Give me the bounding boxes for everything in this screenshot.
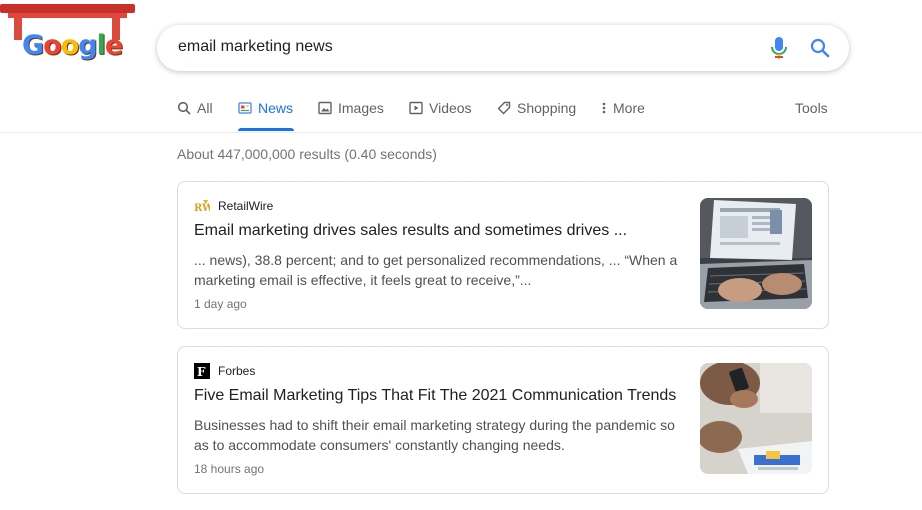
tab-images[interactable]: Images xyxy=(318,100,384,116)
search-input[interactable]: email marketing news xyxy=(178,38,333,56)
tools-button[interactable]: Tools xyxy=(795,100,828,116)
result-age: 1 day ago xyxy=(194,297,247,311)
tab-shopping[interactable]: Shopping xyxy=(497,100,576,116)
torii-gate-post-left xyxy=(14,18,22,40)
news-icon xyxy=(238,102,252,114)
google-doodle-logo[interactable]: Google xyxy=(0,0,135,70)
torii-gate-beam xyxy=(0,4,135,13)
news-result-card[interactable]: RW RetailWire Email marketing drives sal… xyxy=(177,181,829,329)
search-icon xyxy=(177,101,191,115)
tab-label: Images xyxy=(338,100,384,116)
tab-label: News xyxy=(258,100,294,116)
tab-videos[interactable]: Videos xyxy=(409,100,472,116)
result-snippet: Businesses had to shift their email mark… xyxy=(194,417,675,453)
tab-label: All xyxy=(197,100,213,116)
tab-more[interactable]: More xyxy=(601,100,645,116)
forbes-favicon-icon: F xyxy=(194,363,210,379)
result-title-link[interactable]: Five Email Marketing Tips That Fit The 2… xyxy=(194,387,676,405)
tab-label: More xyxy=(613,100,645,116)
microphone-icon[interactable] xyxy=(768,36,790,60)
logo-text: Google xyxy=(22,30,123,61)
image-icon xyxy=(318,101,332,115)
tab-all[interactable]: All xyxy=(177,100,213,116)
source-name: Forbes xyxy=(218,364,256,378)
retailwire-favicon-icon: RW xyxy=(194,198,210,214)
result-thumbnail[interactable] xyxy=(700,363,812,474)
tab-label: Videos xyxy=(429,100,472,116)
source-name: RetailWire xyxy=(218,199,274,213)
tab-news[interactable]: News xyxy=(238,100,293,116)
result-thumbnail[interactable] xyxy=(700,198,812,309)
result-snippet: ... news), 38.8 percent; and to get pers… xyxy=(194,252,678,288)
svg-text:RW: RW xyxy=(194,203,210,214)
result-source[interactable]: RW RetailWire xyxy=(194,198,273,214)
active-tab-indicator xyxy=(238,128,294,131)
result-age: 18 hours ago xyxy=(194,462,265,476)
svg-text:F: F xyxy=(197,365,206,379)
result-stats: About 447,000,000 results (0.40 seconds) xyxy=(177,146,437,162)
video-icon xyxy=(409,101,423,115)
tab-label: Shopping xyxy=(517,100,577,116)
torii-gate-crossbar xyxy=(8,13,127,18)
more-vert-icon xyxy=(602,102,606,114)
result-title-link[interactable]: Email marketing drives sales results and… xyxy=(194,222,627,240)
search-icon[interactable] xyxy=(808,36,832,60)
tag-icon xyxy=(497,101,511,115)
search-box[interactable]: email marketing news xyxy=(157,25,849,71)
result-source[interactable]: F Forbes xyxy=(194,363,255,379)
search-tabs-bar: All News Images Videos Shopping More Too… xyxy=(0,88,922,133)
news-result-card[interactable]: F Forbes Five Email Marketing Tips That … xyxy=(177,346,829,494)
